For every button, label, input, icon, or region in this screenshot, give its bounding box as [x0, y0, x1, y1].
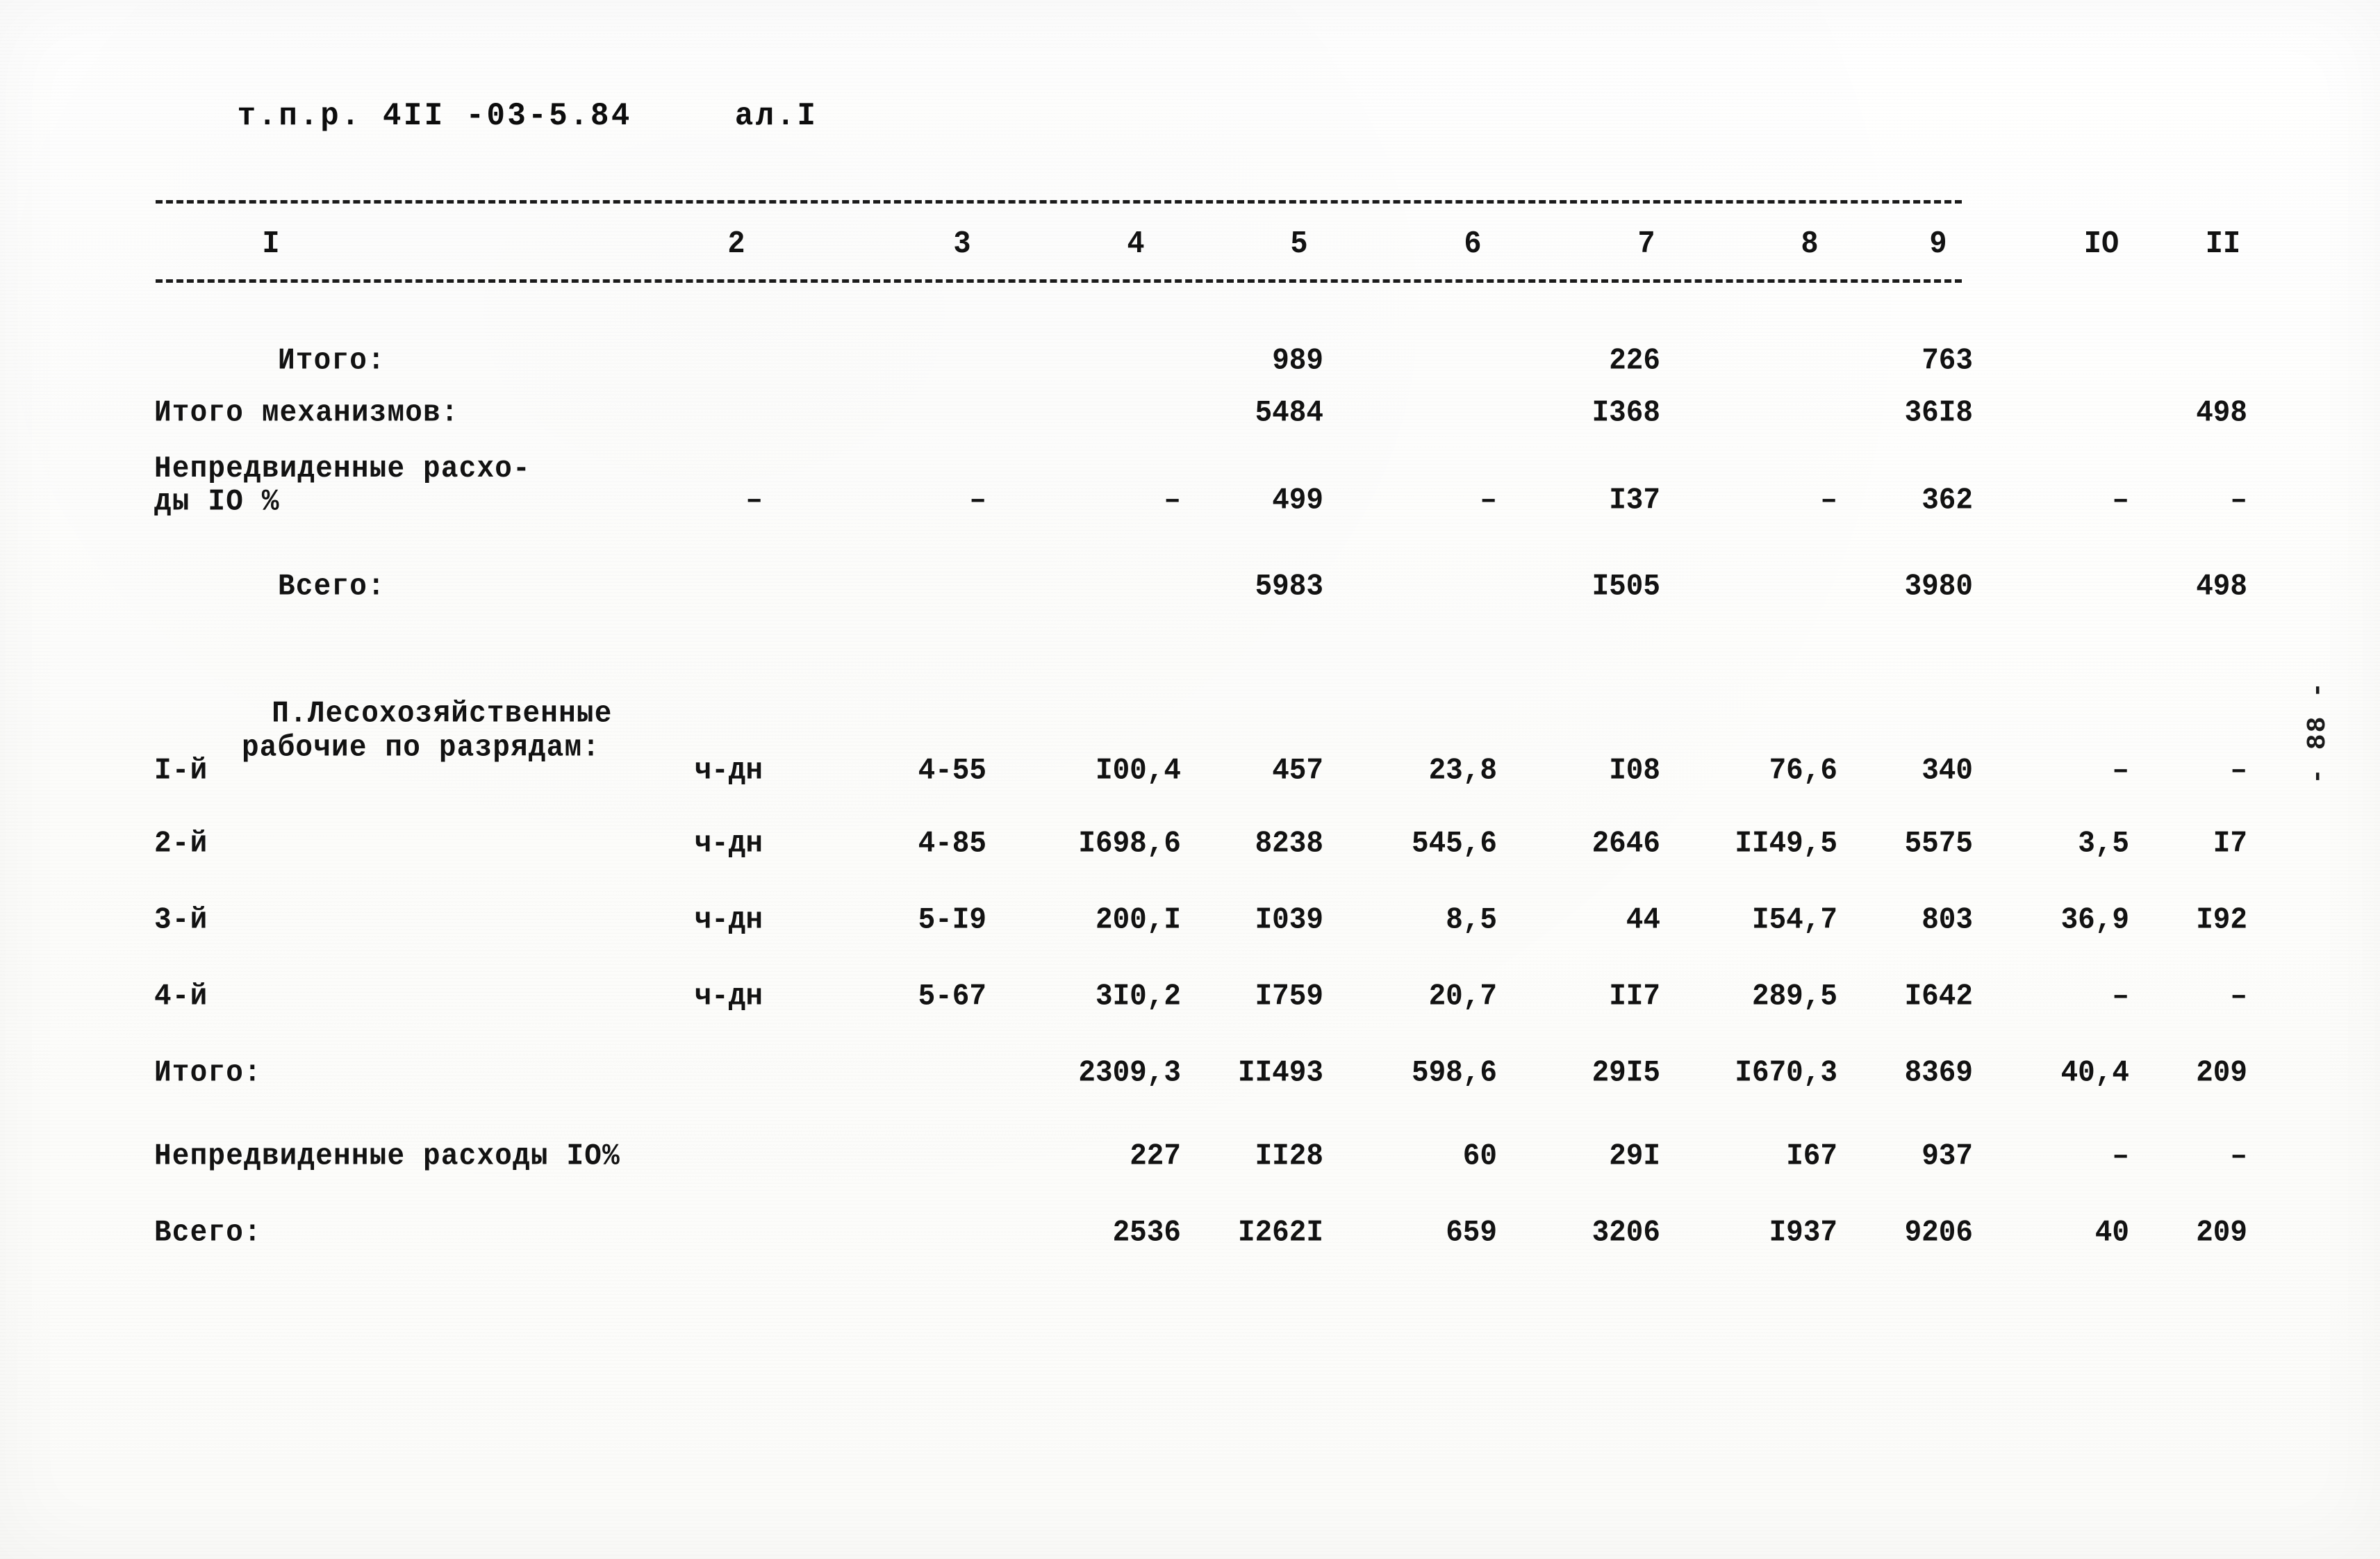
table-row: Всего: 2536 I262I 659 3206 I937 9206 40 209	[0, 1216, 2380, 1259]
table-cell: 498	[2196, 396, 2247, 431]
document-header: т.п.р. 4II -03-5.84 ал.I	[154, 61, 818, 172]
table-row: Итого механизмов: 5484 I368 36I8 498	[0, 396, 2380, 439]
row-label: Итого механизмов:	[154, 396, 459, 431]
table-cell: 5-I9	[918, 903, 986, 938]
row-label: Всего:	[278, 570, 386, 604]
column-number-IO: IO	[2083, 226, 2119, 262]
table-cell: 5-67	[918, 980, 986, 1014]
column-number-6: 6	[1464, 226, 1482, 262]
table-cell: –	[2230, 754, 2247, 789]
table-cell: –	[969, 484, 986, 518]
table-header-dashed-rule	[156, 279, 1962, 283]
table-cell: 4-55	[918, 754, 986, 789]
table-cell: ч-дн	[694, 903, 763, 938]
table-cell: ч-дн	[694, 980, 763, 1014]
table-row: Итого: 989 226 763	[0, 344, 2380, 387]
row-label: 4-й	[154, 980, 208, 1014]
column-number-8: 8	[1801, 226, 1819, 262]
table-cell: 763	[1922, 344, 1973, 379]
page-number: - 88 -	[2303, 681, 2333, 784]
section-heading-line-1: П.Лесохозяйственные	[272, 697, 613, 732]
table-row: Всего: 5983 I505 3980 498	[0, 570, 2380, 613]
table-row: Непредвиденные расхо- ды IO % – – –499– I37–…	[0, 453, 2380, 522]
table-cell: –	[2230, 484, 2247, 518]
table-cell: –	[2230, 1139, 2247, 1174]
scanned-document-page: т.п.р. 4II -03-5.84 ал.I I 2 3 4 5 6 7 8 9 IO II Ит…	[0, 0, 2380, 1559]
document-code: т.п.р. 4II -03-5.84	[237, 98, 632, 135]
table-cell: 4-85	[918, 827, 986, 861]
table-row: 4-й ч-дн 5-67 3I0,2 I759 20,7 II7 289,5 I642– –	[0, 980, 2380, 1023]
column-number-4: 4	[1127, 226, 1145, 262]
row-label: Итого:	[154, 1056, 262, 1091]
table-cell: 209	[2196, 1056, 2247, 1091]
row-label: Непредвиденные расхо- ды IO %	[154, 452, 531, 520]
column-number-II: II	[2205, 226, 2241, 262]
table-top-dashed-rule	[156, 200, 1962, 204]
table-cell: I7	[2213, 827, 2247, 861]
column-number-9: 9	[1929, 226, 1947, 262]
column-number-header-row: I 2 3 4 5 6 7 8 9 IO II	[0, 226, 2380, 267]
table-row: Непредвиденные расходы IO% 227 II28 60 29I I6…	[0, 1139, 2380, 1182]
column-number-5: 5	[1290, 226, 1308, 262]
table-cell: 5484	[1255, 396, 1323, 431]
table-cell: I368	[1592, 396, 1660, 431]
column-number-I: I	[262, 226, 280, 262]
table-cell: I505	[1592, 570, 1660, 604]
row-label: 3-й	[154, 903, 208, 938]
section-heading-line-2: рабочие по разрядам:	[242, 731, 601, 766]
column-number-2: 2	[727, 226, 745, 262]
table-cell: 989	[1272, 344, 1323, 379]
table-cell: 498	[2196, 570, 2247, 604]
table-cell: 5983	[1255, 570, 1323, 604]
table-cell: 209	[2196, 1216, 2247, 1251]
table-cell: 226	[1609, 344, 1660, 379]
table-cell: –	[745, 484, 763, 518]
section-heading: П.Лесохозяйственные рабочие по разрядам:	[200, 663, 613, 834]
table-cell: 3980	[1904, 570, 1973, 604]
table-cell: –	[2230, 980, 2247, 1014]
table-row: 3-й ч-дн 5-I9 200,I I039 8,5 44 I54,7 803 36,9 I92	[0, 903, 2380, 946]
table-cell: 36I8	[1904, 396, 1973, 431]
sheet-label: ал.I	[734, 98, 818, 135]
row-label: Всего:	[154, 1216, 262, 1251]
column-number-7: 7	[1637, 226, 1655, 262]
table-cell: I92	[2196, 903, 2247, 938]
row-label: Непредвиденные расходы IO%	[154, 1139, 620, 1174]
row-label: Итого:	[278, 344, 386, 379]
table-row: Итого: 2309,3 II493 598,6 29I5 I670,3 8369 40,4…	[0, 1056, 2380, 1099]
column-number-3: 3	[953, 226, 971, 262]
